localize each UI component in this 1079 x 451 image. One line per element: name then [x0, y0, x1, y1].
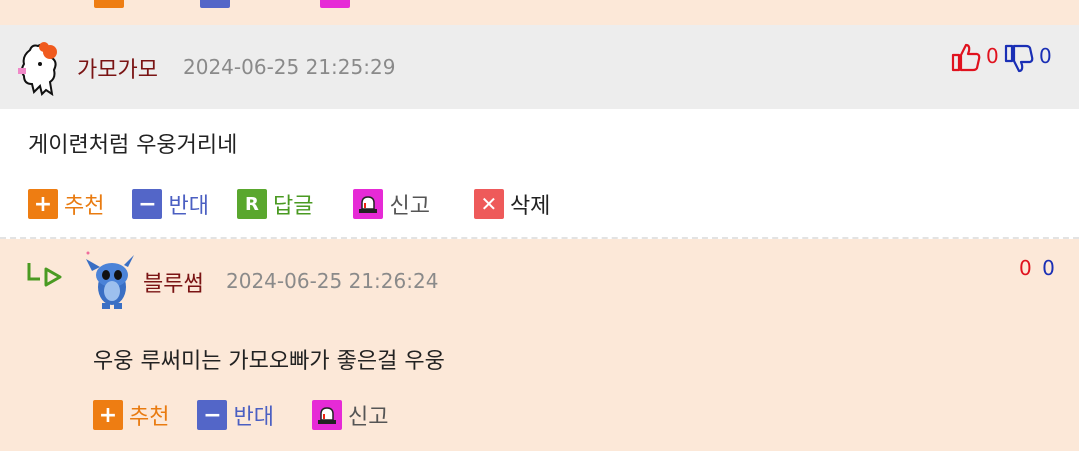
previous-recommend-button[interactable]	[94, 0, 124, 8]
reply-label: 답글	[272, 194, 314, 219]
plus-icon: +	[93, 400, 123, 430]
minus-icon: −	[197, 400, 228, 430]
oppose-button[interactable]: − 반대	[197, 399, 274, 431]
oppose-label: 반대	[233, 405, 274, 430]
x-icon: ✕	[473, 189, 504, 219]
reply-button[interactable]: R 답글	[236, 188, 314, 220]
report-label: 신고	[347, 405, 389, 430]
thumbs-up-icon[interactable]	[951, 42, 981, 72]
oppose-button[interactable]: − 반대	[132, 188, 209, 220]
reply-icon: R	[236, 189, 267, 219]
comment-header: 가모가모 2024-06-25 21:25:29 0 0	[0, 25, 1079, 109]
comment-text: 우웅 루써미는 가모오빠가 좋은걸 우웅	[93, 349, 445, 374]
nickname[interactable]: 가모가모	[77, 52, 158, 84]
reply-arrow-icon	[27, 263, 62, 287]
upvote-count: 0	[1019, 256, 1032, 280]
minus-icon: −	[132, 189, 163, 219]
comment-date: 2024-06-25 21:25:29	[183, 55, 396, 79]
report-button[interactable]: 신고	[353, 188, 430, 220]
previous-oppose-button[interactable]	[200, 0, 230, 8]
delete-label: 삭제	[509, 194, 551, 219]
upvote-count: 0	[986, 44, 999, 68]
reply-comment: 블루썸 2024-06-25 21:26:24 0 0 우웅 루써미는 가모오빠…	[0, 239, 1079, 451]
comment-text: 게이련처럼 우웅거리네	[28, 133, 238, 158]
previous-comment-actions	[0, 0, 1079, 25]
comment-actions: + 추천 − 반대 R 답글 신고 ✕ 삭제	[28, 188, 580, 220]
delete-button[interactable]: ✕ 삭제	[473, 188, 551, 220]
vote-counter: 0 0	[951, 41, 1061, 74]
thumbs-down-icon[interactable]	[1004, 44, 1034, 74]
report-label: 신고	[389, 194, 430, 219]
recommend-button[interactable]: + 추천	[93, 399, 169, 431]
recommend-label: 추천	[129, 405, 170, 430]
plus-icon: +	[28, 189, 58, 219]
oppose-label: 반대	[168, 194, 209, 219]
comment-date: 2024-06-25 21:26:24	[226, 269, 439, 293]
avatar	[18, 42, 57, 96]
recommend-label: 추천	[64, 194, 105, 219]
siren-icon	[353, 189, 384, 219]
downvote-count: 0	[1039, 44, 1052, 68]
comment-actions: + 추천 − 반대 신고	[93, 399, 418, 431]
recommend-button[interactable]: + 추천	[28, 188, 104, 220]
avatar	[86, 251, 134, 309]
vote-counter: 0 0	[1019, 256, 1055, 280]
siren-icon	[311, 400, 342, 430]
nickname[interactable]: 블루썸	[143, 266, 204, 298]
report-button[interactable]: 신고	[311, 399, 389, 431]
previous-report-button[interactable]	[320, 0, 350, 8]
downvote-count: 0	[1042, 256, 1055, 280]
